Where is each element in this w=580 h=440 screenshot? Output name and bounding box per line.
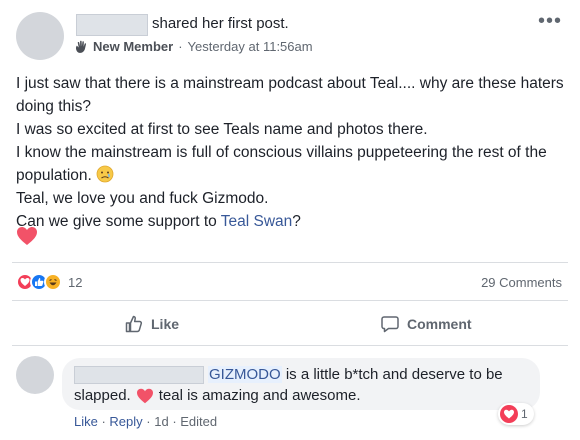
comment-like-link[interactable]: Like [74,414,98,429]
post-action-text: shared her first post. [152,15,289,32]
reactions-summary[interactable]: 12 [16,273,82,291]
comment-age[interactable]: 1d [154,414,168,429]
heart-emoji-icon [16,226,38,246]
like-button-label: Like [151,316,180,332]
love-reaction-icon [500,405,518,423]
sad-face-emoji-icon [96,165,114,183]
comment-bubble-icon [381,316,399,333]
post-meta: New Member · Yesterday at 11:56am [74,39,313,54]
post-line: I was so excited at first to see Teals n… [16,121,428,138]
comment-edited-label[interactable]: Edited [180,414,217,429]
meta-separator: · [178,39,183,54]
post-line: Teal, we love you and fuck Gizmodo. [16,190,269,207]
divider [12,262,568,263]
comment-actions: Like · Reply · 1d · Edited [74,414,218,429]
like-button[interactable]: Like [124,314,179,334]
new-member-badge[interactable]: New Member [93,39,173,54]
post-line: I just saw that there is a mainstream po… [16,75,564,115]
heart-emoji-icon [136,388,154,404]
comment-text-line: slapped. teal is amazing and awesome. [74,387,361,404]
comment-button[interactable]: Comment [380,314,472,334]
teal-swan-link[interactable]: Teal Swan [221,213,293,230]
wave-hand-icon [74,39,89,54]
comment-reply-link[interactable]: Reply [109,414,142,429]
author-avatar[interactable] [16,12,64,60]
post-timestamp[interactable]: Yesterday at 11:56am [188,39,313,54]
commenter-name-redacted[interactable] [74,366,204,384]
comment-reaction-pill[interactable]: 1 [498,403,534,425]
author-name-redacted[interactable] [76,14,148,36]
comments-count-link[interactable]: 29 Comments [481,275,562,290]
haha-reaction-icon [44,273,62,291]
comment-reaction-count: 1 [521,407,528,421]
more-options-icon[interactable]: ••• [538,10,562,33]
comment-text-line: GIZMODO is a little b*tch and deserve to… [208,366,503,383]
gizmodo-tag[interactable]: GIZMODO [208,366,282,383]
commenter-avatar[interactable] [16,356,54,394]
post-line: Can we give some support to Teal Swan? [16,213,301,230]
comment-button-label: Comment [407,316,472,332]
post-text: I just saw that there is a mainstream po… [16,72,564,233]
divider [12,345,568,346]
thumbs-up-icon [125,315,143,333]
post-line: I know the mainstream is full of conscio… [16,144,547,184]
reaction-count: 12 [68,274,83,290]
divider [12,300,568,301]
